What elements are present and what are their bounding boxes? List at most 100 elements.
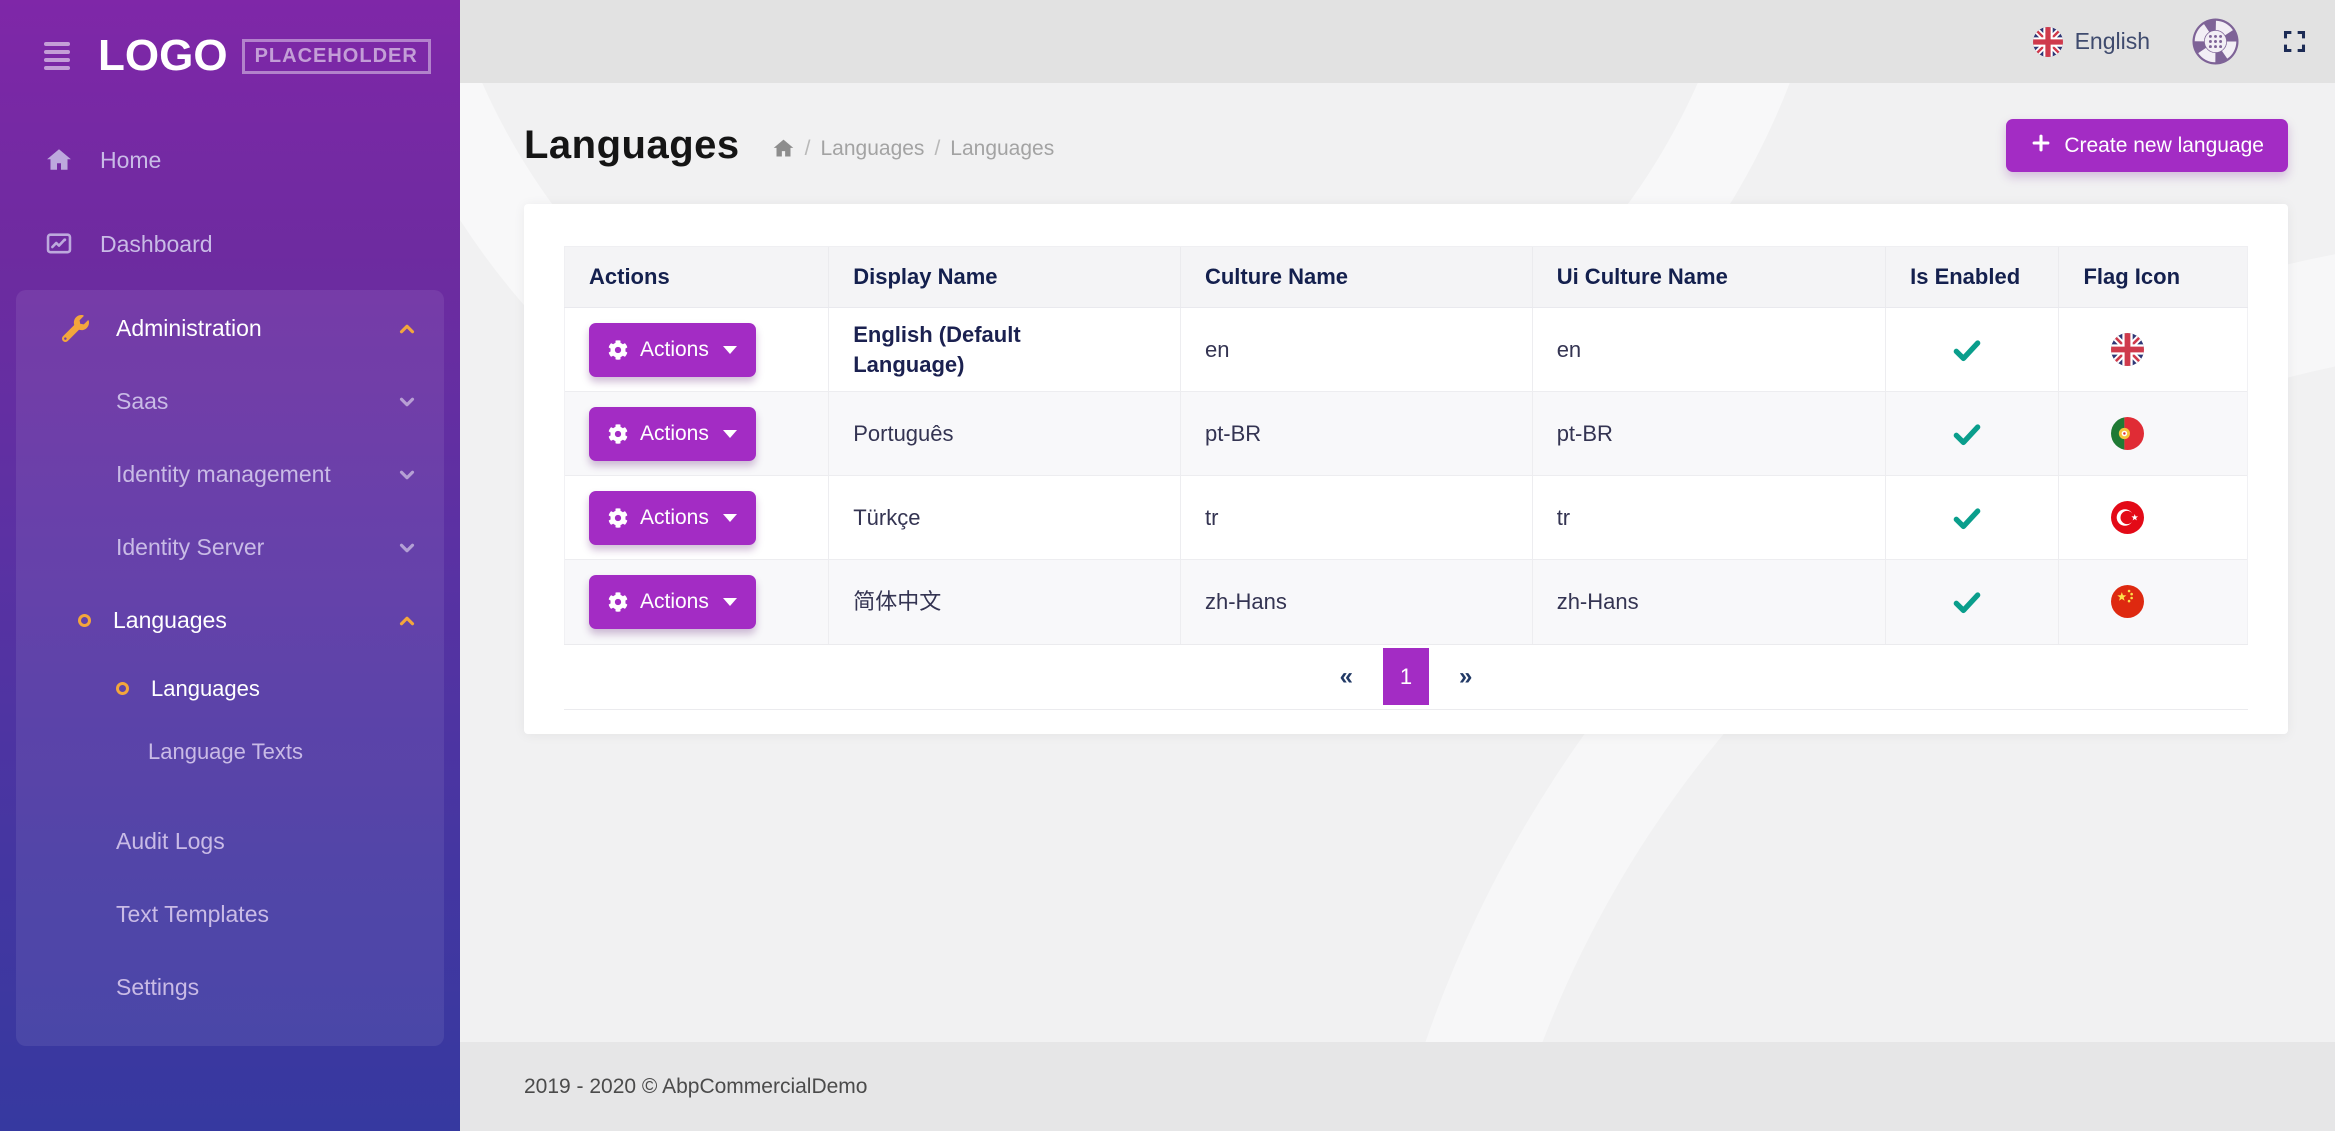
chart-icon — [44, 230, 74, 258]
languages-table: ActionsDisplay NameCulture NameUi Cultur… — [564, 246, 2248, 644]
sidebar-item-label: Settings — [116, 974, 199, 1001]
sidebar-item-language-texts[interactable]: Language Texts — [16, 720, 444, 783]
chevron-down-icon — [396, 537, 418, 559]
table-row: Actions English (Default Language) enen — [565, 308, 2248, 392]
logo-text: LOGO — [98, 31, 228, 81]
culture-name-value: en — [1180, 308, 1532, 392]
language-switcher[interactable]: English — [2033, 27, 2150, 57]
gear-icon — [608, 508, 628, 528]
language-label: English — [2075, 28, 2150, 55]
logo[interactable]: LOGO PLACEHOLDER — [0, 0, 460, 112]
culture-name-value: tr — [1180, 476, 1532, 560]
sidebar-menu: Home Dashboard Administration Saas Identity … — [0, 112, 460, 1046]
sidebar-item-audit-logs[interactable]: Audit Logs — [16, 805, 444, 878]
caret-down-icon — [723, 514, 737, 522]
sidebar-item-languages[interactable]: Languages — [16, 584, 444, 657]
sidebar-item-label: Audit Logs — [116, 828, 225, 855]
check-icon — [1951, 586, 1983, 618]
table-row: Actions 简体中文 zh-Hanszh-Hans — [565, 560, 2248, 644]
pagination-next-button[interactable]: » — [1459, 663, 1472, 691]
administration-panel: Administration Saas Identity management Ide… — [16, 290, 444, 1046]
create-new-language-button[interactable]: Create new language — [2006, 119, 2288, 172]
languages-card: ActionsDisplay NameCulture NameUi Cultur… — [524, 204, 2288, 734]
actions-dropdown-button[interactable]: Actions — [589, 323, 756, 377]
check-icon — [1951, 334, 1983, 366]
chevron-up-icon — [396, 318, 418, 340]
sidebar-item-label: Languages — [151, 676, 260, 702]
sidebar-item-label: Text Templates — [116, 901, 269, 928]
sidebar-item-label: Identity management — [116, 461, 331, 488]
avatar[interactable] — [2192, 18, 2239, 65]
gear-icon — [608, 424, 628, 444]
sidebar-item-identity-management[interactable]: Identity management — [16, 438, 444, 511]
home-icon — [44, 146, 74, 174]
check-icon — [1951, 502, 1983, 534]
flag-cn-icon — [2111, 585, 2144, 618]
culture-name-value: pt-BR — [1180, 392, 1532, 476]
table-row: Actions Türkçe trtr — [565, 476, 2248, 560]
sidebar-item-administration[interactable]: Administration — [16, 292, 444, 365]
sidebar-item-languages-sub[interactable]: Languages — [16, 657, 444, 720]
caret-down-icon — [723, 598, 737, 606]
display-name-value: Türkçe — [853, 505, 920, 530]
column-header: Display Name — [829, 247, 1181, 308]
sidebar-item-label: Language Texts — [148, 739, 303, 765]
logo-placeholder-text: PLACEHOLDER — [242, 39, 431, 74]
ui-culture-name-value: zh-Hans — [1532, 560, 1885, 644]
page-title: Languages — [524, 123, 740, 168]
sidebar: LOGO PLACEHOLDER Home Dashboard Administra… — [0, 0, 460, 1131]
actions-dropdown-button[interactable]: Actions — [589, 575, 756, 629]
table-row: ActionsPortuguêspt-BRpt-BR — [565, 392, 2248, 476]
sidebar-item-home[interactable]: Home — [0, 118, 460, 202]
topbar: English — [460, 0, 2335, 83]
display-name-value: English (Default Language) — [853, 320, 1098, 379]
column-header: Actions — [565, 247, 829, 308]
flag-pt-icon — [2111, 417, 2144, 450]
sidebar-item-text-templates[interactable]: Text Templates — [16, 878, 444, 951]
plus-icon — [2030, 132, 2052, 160]
actions-dropdown-button[interactable]: Actions — [589, 407, 756, 461]
chevron-down-icon — [396, 391, 418, 413]
column-header: Ui Culture Name — [1532, 247, 1885, 308]
hamburger-menu-icon[interactable] — [44, 42, 70, 70]
flag-tr-icon — [2111, 501, 2144, 534]
breadcrumb-item[interactable]: Languages — [821, 137, 925, 161]
sidebar-item-label: Home — [100, 147, 161, 174]
gear-icon — [608, 340, 628, 360]
column-header: Flag Icon — [2059, 247, 2248, 308]
actions-dropdown-button[interactable]: Actions — [589, 491, 756, 545]
sidebar-item-label: Dashboard — [100, 231, 213, 258]
uk-flag-icon — [2033, 27, 2063, 57]
ui-culture-name-value: en — [1532, 308, 1885, 392]
sidebar-item-label: Saas — [116, 388, 168, 415]
sidebar-item-label: Identity Server — [116, 534, 264, 561]
display-name-value: 简体中文 — [853, 589, 941, 614]
fullscreen-icon[interactable] — [2281, 28, 2308, 55]
pagination-prev-button[interactable]: « — [1340, 663, 1353, 691]
sidebar-item-dashboard[interactable]: Dashboard — [0, 202, 460, 286]
chevron-up-icon — [396, 610, 418, 632]
bullet-icon — [78, 614, 91, 627]
pagination-page-1[interactable]: 1 — [1383, 648, 1429, 705]
breadcrumb-item[interactable]: Languages — [950, 137, 1054, 161]
culture-name-value: zh-Hans — [1180, 560, 1532, 644]
sidebar-item-identity-server[interactable]: Identity Server — [16, 511, 444, 584]
pagination: « 1 » — [564, 644, 2248, 710]
wrench-icon — [60, 315, 90, 342]
footer: 2019 - 2020 © AbpCommercialDemo — [460, 1042, 2335, 1131]
breadcrumb: /Languages/Languages — [772, 137, 1055, 161]
ui-culture-name-value: tr — [1532, 476, 1885, 560]
caret-down-icon — [723, 430, 737, 438]
sidebar-item-settings[interactable]: Settings — [16, 951, 444, 1024]
check-icon — [1951, 418, 1983, 450]
content-area: Languages /Languages/Languages Create ne… — [460, 83, 2335, 1042]
home-icon[interactable] — [772, 137, 795, 160]
sidebar-item-label: Languages — [113, 607, 227, 634]
ui-culture-name-value: pt-BR — [1532, 392, 1885, 476]
flag-gb-icon — [2111, 333, 2144, 366]
gear-icon — [608, 592, 628, 612]
copyright-text: 2019 - 2020 © AbpCommercialDemo — [524, 1075, 867, 1099]
caret-down-icon — [723, 346, 737, 354]
sidebar-item-saas[interactable]: Saas — [16, 365, 444, 438]
sidebar-item-label: Administration — [116, 315, 262, 342]
